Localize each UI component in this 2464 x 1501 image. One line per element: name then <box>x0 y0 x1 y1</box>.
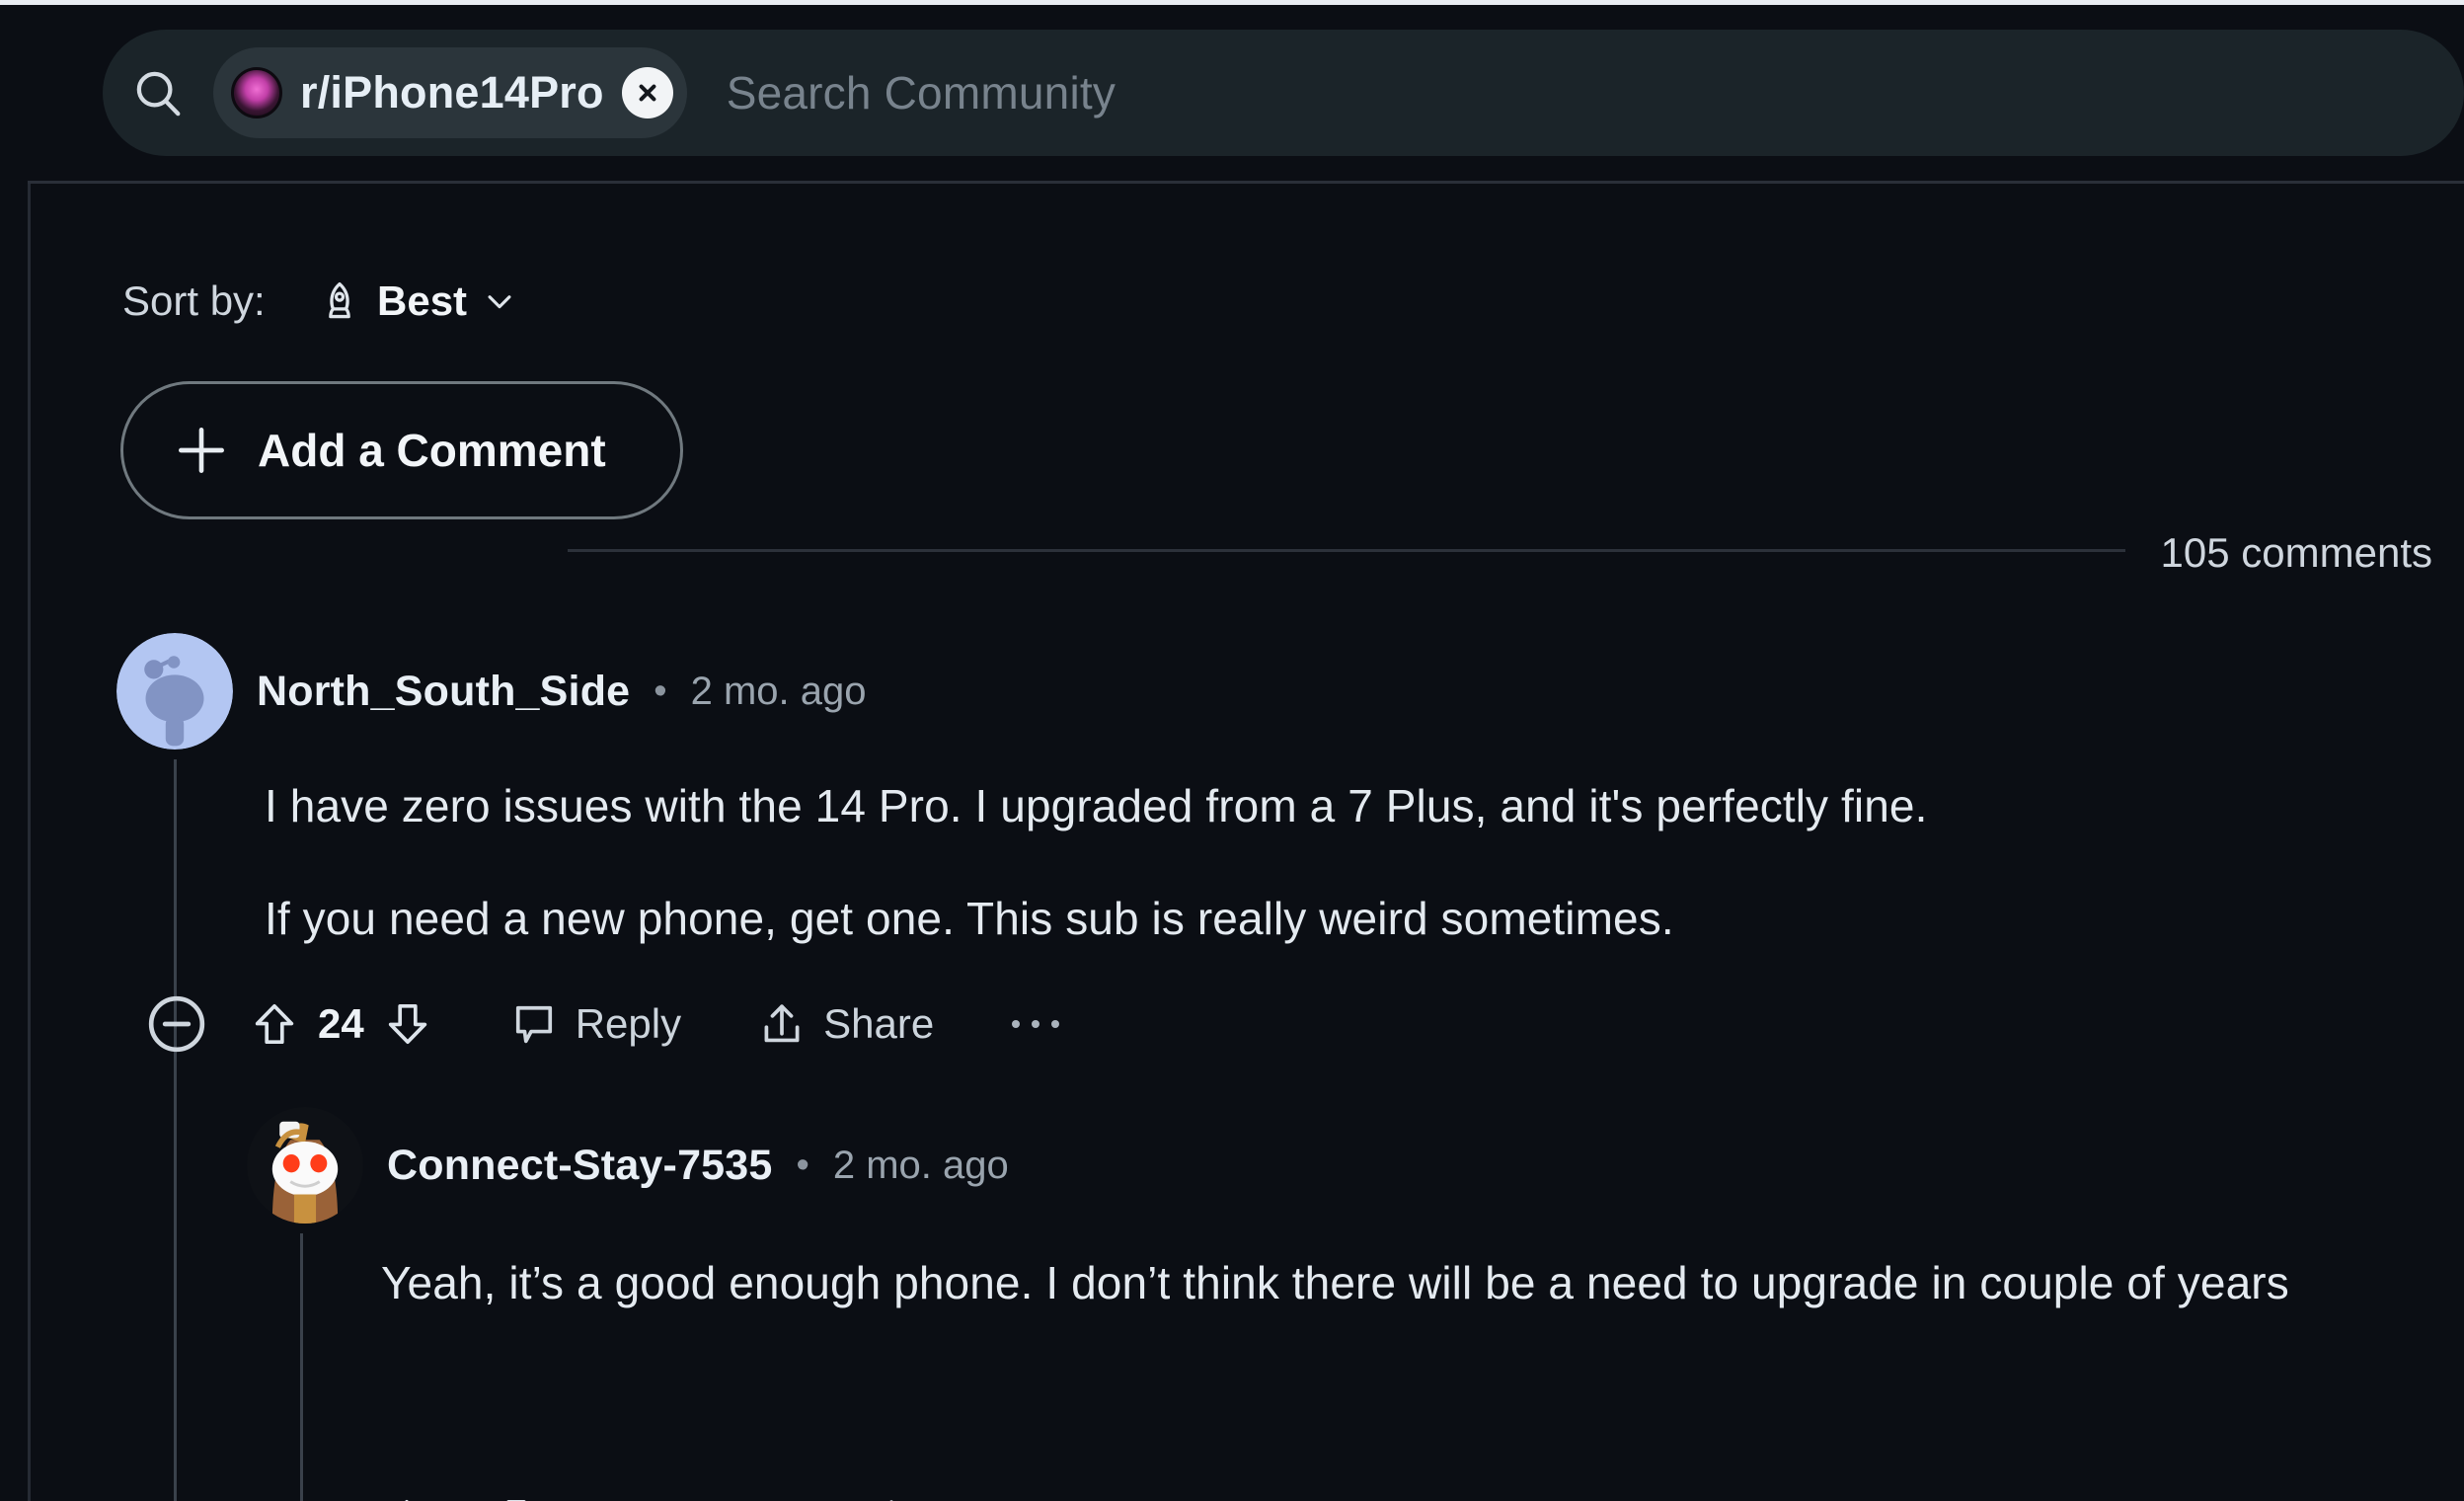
upvote-arrow-icon[interactable] <box>381 1494 432 1501</box>
best-rocket-icon <box>318 279 361 323</box>
reply-button[interactable]: Reply <box>508 998 681 1050</box>
comment-author[interactable]: North_South_Side <box>257 668 630 716</box>
comment-header: North_South_Side • 2 mo. ago <box>116 633 866 750</box>
share-button[interactable]: Share <box>756 998 934 1050</box>
downvote-arrow-icon[interactable] <box>382 998 433 1050</box>
thread-line[interactable] <box>300 1233 303 1501</box>
sort-row-divider <box>568 549 2125 552</box>
sort-by-label: Sort by: <box>122 277 266 324</box>
comment-body: Yeah, it’s a good enough phone. I don’t … <box>381 1253 2434 1314</box>
reply-label: Reply <box>575 1000 682 1047</box>
search-bar[interactable]: r/iPhone14Pro <box>103 30 2464 156</box>
comment-header: Connect-Stay-7535 • 2 mo. ago <box>247 1107 1009 1224</box>
sort-dropdown[interactable]: Best <box>318 257 516 346</box>
header-bar: r/iPhone14Pro <box>0 10 2464 183</box>
share-label: Share <box>823 1000 935 1047</box>
close-icon[interactable] <box>621 67 673 118</box>
search-input[interactable] <box>686 66 2464 119</box>
thread-line[interactable] <box>174 759 177 1501</box>
snoo-avatar-blue-icon[interactable] <box>116 633 233 750</box>
separator-dot: • <box>796 1144 809 1186</box>
community-avatar-icon <box>231 67 282 118</box>
vote-group: 3 <box>381 1494 542 1501</box>
vote-score: 24 <box>318 1000 364 1047</box>
community-filter-chip[interactable]: r/iPhone14Pro <box>213 47 687 138</box>
vote-group: 24 <box>249 998 433 1050</box>
chevron-down-icon <box>483 284 516 318</box>
comment-paragraph: If you need a new phone, get one. This s… <box>265 892 1674 944</box>
add-comment-button[interactable]: Add a Comment <box>120 381 683 519</box>
share-label: Share <box>933 1496 1043 1501</box>
comment-bubble-icon <box>617 1494 668 1501</box>
comment-bubble-icon <box>508 998 560 1050</box>
community-chip-label: r/iPhone14Pro <box>300 67 604 118</box>
comment-author[interactable]: Connect-Stay-7535 <box>387 1142 773 1190</box>
downvote-arrow-icon[interactable] <box>491 1494 542 1501</box>
comment-paragraph: I have zero issues with the 14 Pro. I up… <box>265 780 1928 831</box>
share-upload-icon <box>866 1494 917 1501</box>
sort-value-label: Best <box>377 277 468 324</box>
share-upload-icon <box>756 998 808 1050</box>
reply-label: Reply <box>684 1496 790 1501</box>
reply-button[interactable]: Reply <box>617 1494 790 1501</box>
comment-timestamp: 2 mo. ago <box>832 1143 1009 1187</box>
header-divider <box>28 181 2464 184</box>
share-button[interactable]: Share <box>866 1494 1043 1501</box>
snoo-avatar-brown-icon[interactable] <box>247 1107 363 1224</box>
upvote-arrow-icon[interactable] <box>249 998 300 1050</box>
comment-actions: 24 Reply Share <box>146 987 1062 1062</box>
comment-actions: 3 Reply <box>381 1482 1172 1501</box>
comment-timestamp: 2 mo. ago <box>690 669 867 713</box>
comment-body: I have zero issues with the 14 Pro. I up… <box>265 776 2417 949</box>
separator-dot: • <box>654 670 667 712</box>
sort-row: Sort by: Best 105 comments <box>0 257 2464 576</box>
left-rail-divider <box>28 184 31 1501</box>
comment-paragraph: Yeah, it’s a good enough phone. I don’t … <box>381 1257 2289 1308</box>
add-comment-label: Add a Comment <box>258 425 606 476</box>
plus-icon <box>171 420 232 481</box>
vote-score: 3 <box>450 1496 473 1501</box>
collapse-minus-icon[interactable] <box>146 993 207 1055</box>
search-icon[interactable] <box>103 66 213 119</box>
comment-count-label: 105 comments <box>2160 529 2432 576</box>
more-dots-icon[interactable] <box>1009 1017 1062 1031</box>
